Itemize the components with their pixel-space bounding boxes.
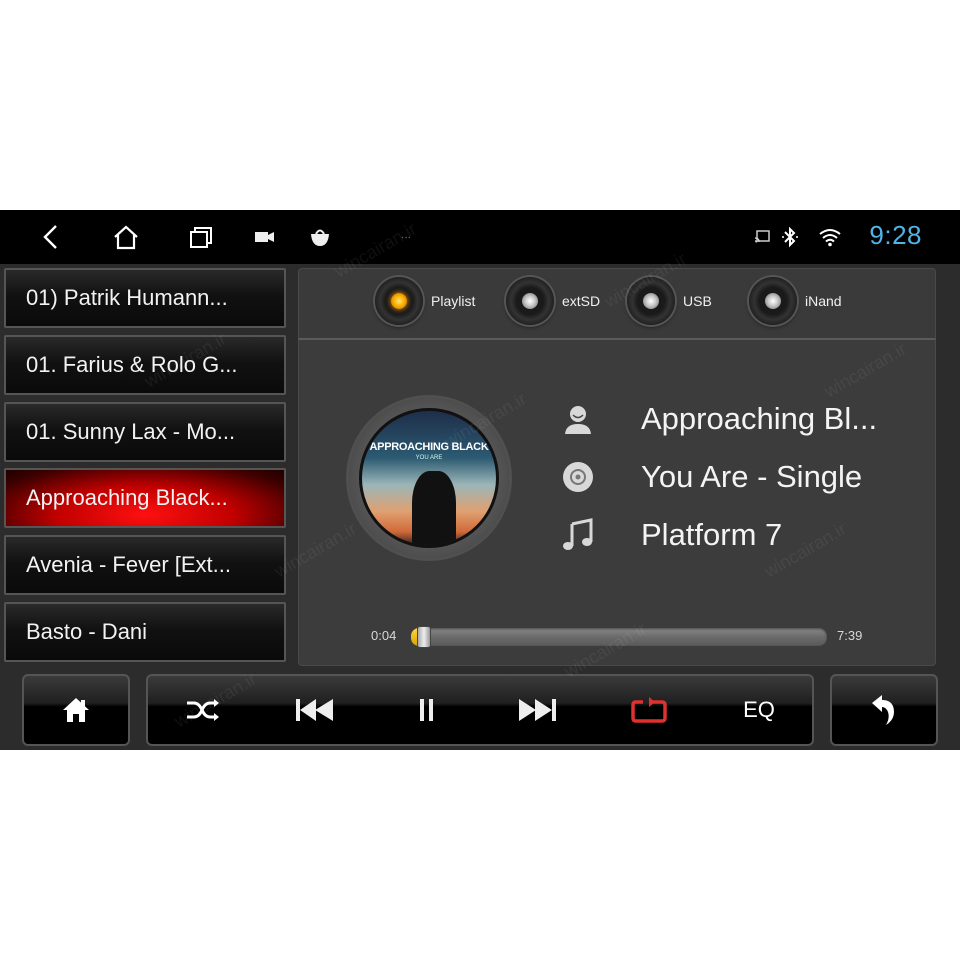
source-knob bbox=[749, 277, 797, 325]
transport-controls: EQ bbox=[146, 674, 814, 746]
total-time: 7:39 bbox=[837, 628, 863, 643]
pause-button[interactable] bbox=[382, 676, 472, 744]
playlist-item-label: Avenia - Fever [Ext... bbox=[26, 552, 232, 578]
store-bag-icon[interactable] bbox=[306, 210, 334, 264]
playlist-item[interactable]: Basto - Dani bbox=[4, 601, 286, 662]
playlist: 01) Patrik Humann... 01. Farius & Rolo G… bbox=[4, 268, 286, 669]
playlist-item[interactable]: Avenia - Fever [Ext... bbox=[4, 535, 286, 596]
source-knob bbox=[627, 277, 675, 325]
back-button[interactable] bbox=[830, 674, 938, 746]
playlist-item-active[interactable]: Approaching Black... bbox=[4, 468, 286, 529]
now-playing-panel: APPROACHING BLACK YOU ARE Approaching Bl… bbox=[298, 340, 936, 666]
album-row: You Are - Single bbox=[561, 459, 862, 494]
artist-icon bbox=[561, 402, 595, 436]
music-note-icon bbox=[561, 518, 595, 552]
artwork-silhouette bbox=[412, 471, 456, 545]
next-button[interactable] bbox=[492, 676, 582, 744]
cast-icon bbox=[752, 210, 772, 264]
playlist-item-label: 01. Sunny Lax - Mo... bbox=[26, 418, 236, 444]
elapsed-time: 0:04 bbox=[371, 628, 397, 643]
source-selector: Playlist extSD USB iNand bbox=[298, 268, 936, 340]
playlist-item-label: Approaching Black... bbox=[26, 485, 228, 511]
recents-icon[interactable] bbox=[186, 210, 216, 264]
more-dots-icon[interactable]: ··· bbox=[396, 210, 416, 264]
status-bar: ··· 9:28 bbox=[0, 210, 960, 264]
back-icon[interactable] bbox=[36, 210, 66, 264]
previous-icon bbox=[296, 699, 333, 721]
source-playlist-button[interactable]: Playlist bbox=[375, 277, 475, 325]
led-indicator-off bbox=[522, 293, 538, 309]
artwork-subtitle: YOU ARE bbox=[415, 455, 443, 461]
source-knob bbox=[506, 277, 554, 325]
bluetooth-icon bbox=[778, 210, 802, 264]
album-artwork-image: APPROACHING BLACK YOU ARE bbox=[359, 408, 499, 548]
eq-label: EQ bbox=[743, 697, 775, 722]
source-extsd-button[interactable]: extSD bbox=[506, 277, 600, 325]
led-indicator-on bbox=[391, 293, 407, 309]
pause-icon bbox=[420, 699, 433, 721]
artist-name: Approaching Bl... bbox=[641, 401, 878, 436]
playlist-item[interactable]: 01. Sunny Lax - Mo... bbox=[4, 401, 286, 462]
seek-thumb[interactable] bbox=[417, 626, 431, 648]
seek-track[interactable] bbox=[411, 626, 827, 648]
source-label: USB bbox=[683, 293, 712, 309]
source-label: Playlist bbox=[431, 293, 476, 309]
head-unit-screen: ··· 9:28 01) Patrik Humann... 01. Farius… bbox=[0, 210, 960, 750]
album-name: You Are - Single bbox=[641, 459, 863, 494]
led-indicator-off bbox=[765, 293, 781, 309]
source-usb-button[interactable]: USB bbox=[627, 277, 712, 325]
home-icon[interactable] bbox=[110, 210, 142, 264]
back-arrow-icon bbox=[832, 676, 936, 744]
playlist-item[interactable]: 01) Patrik Humann... bbox=[4, 268, 286, 328]
album-artwork: APPROACHING BLACK YOU ARE bbox=[349, 398, 509, 558]
repeat-icon bbox=[631, 697, 667, 723]
album-disc-icon bbox=[561, 460, 595, 494]
playlist-item-label: 01) Patrik Humann... bbox=[26, 285, 228, 310]
track-title: Platform 7 bbox=[641, 517, 783, 552]
eq-button[interactable]: EQ bbox=[714, 676, 804, 744]
source-knob bbox=[375, 277, 423, 325]
shuffle-button[interactable] bbox=[158, 676, 248, 744]
previous-button[interactable] bbox=[270, 676, 360, 744]
home-button[interactable] bbox=[22, 674, 130, 746]
source-inand-button[interactable]: iNand bbox=[749, 277, 842, 325]
source-label: extSD bbox=[562, 293, 601, 309]
wifi-icon bbox=[816, 210, 844, 264]
shuffle-icon bbox=[187, 699, 219, 721]
source-label: iNand bbox=[805, 293, 842, 309]
playlist-item-label: Basto - Dani bbox=[26, 618, 148, 644]
next-icon bbox=[519, 699, 556, 721]
playlist-item-label: 01. Farius & Rolo G... bbox=[26, 351, 238, 377]
artwork-title: APPROACHING BLACK bbox=[369, 441, 489, 453]
camera-icon[interactable] bbox=[252, 210, 278, 264]
repeat-button[interactable] bbox=[604, 676, 694, 744]
led-indicator-off bbox=[643, 293, 659, 309]
home-icon bbox=[24, 676, 128, 744]
clock: 9:28 bbox=[869, 220, 922, 250]
playlist-item[interactable]: 01. Farius & Rolo G... bbox=[4, 334, 286, 395]
progress-bar: 0:04 7:39 bbox=[371, 626, 891, 648]
title-row: Platform 7 bbox=[561, 517, 782, 552]
artist-row: Approaching Bl... bbox=[561, 401, 877, 436]
